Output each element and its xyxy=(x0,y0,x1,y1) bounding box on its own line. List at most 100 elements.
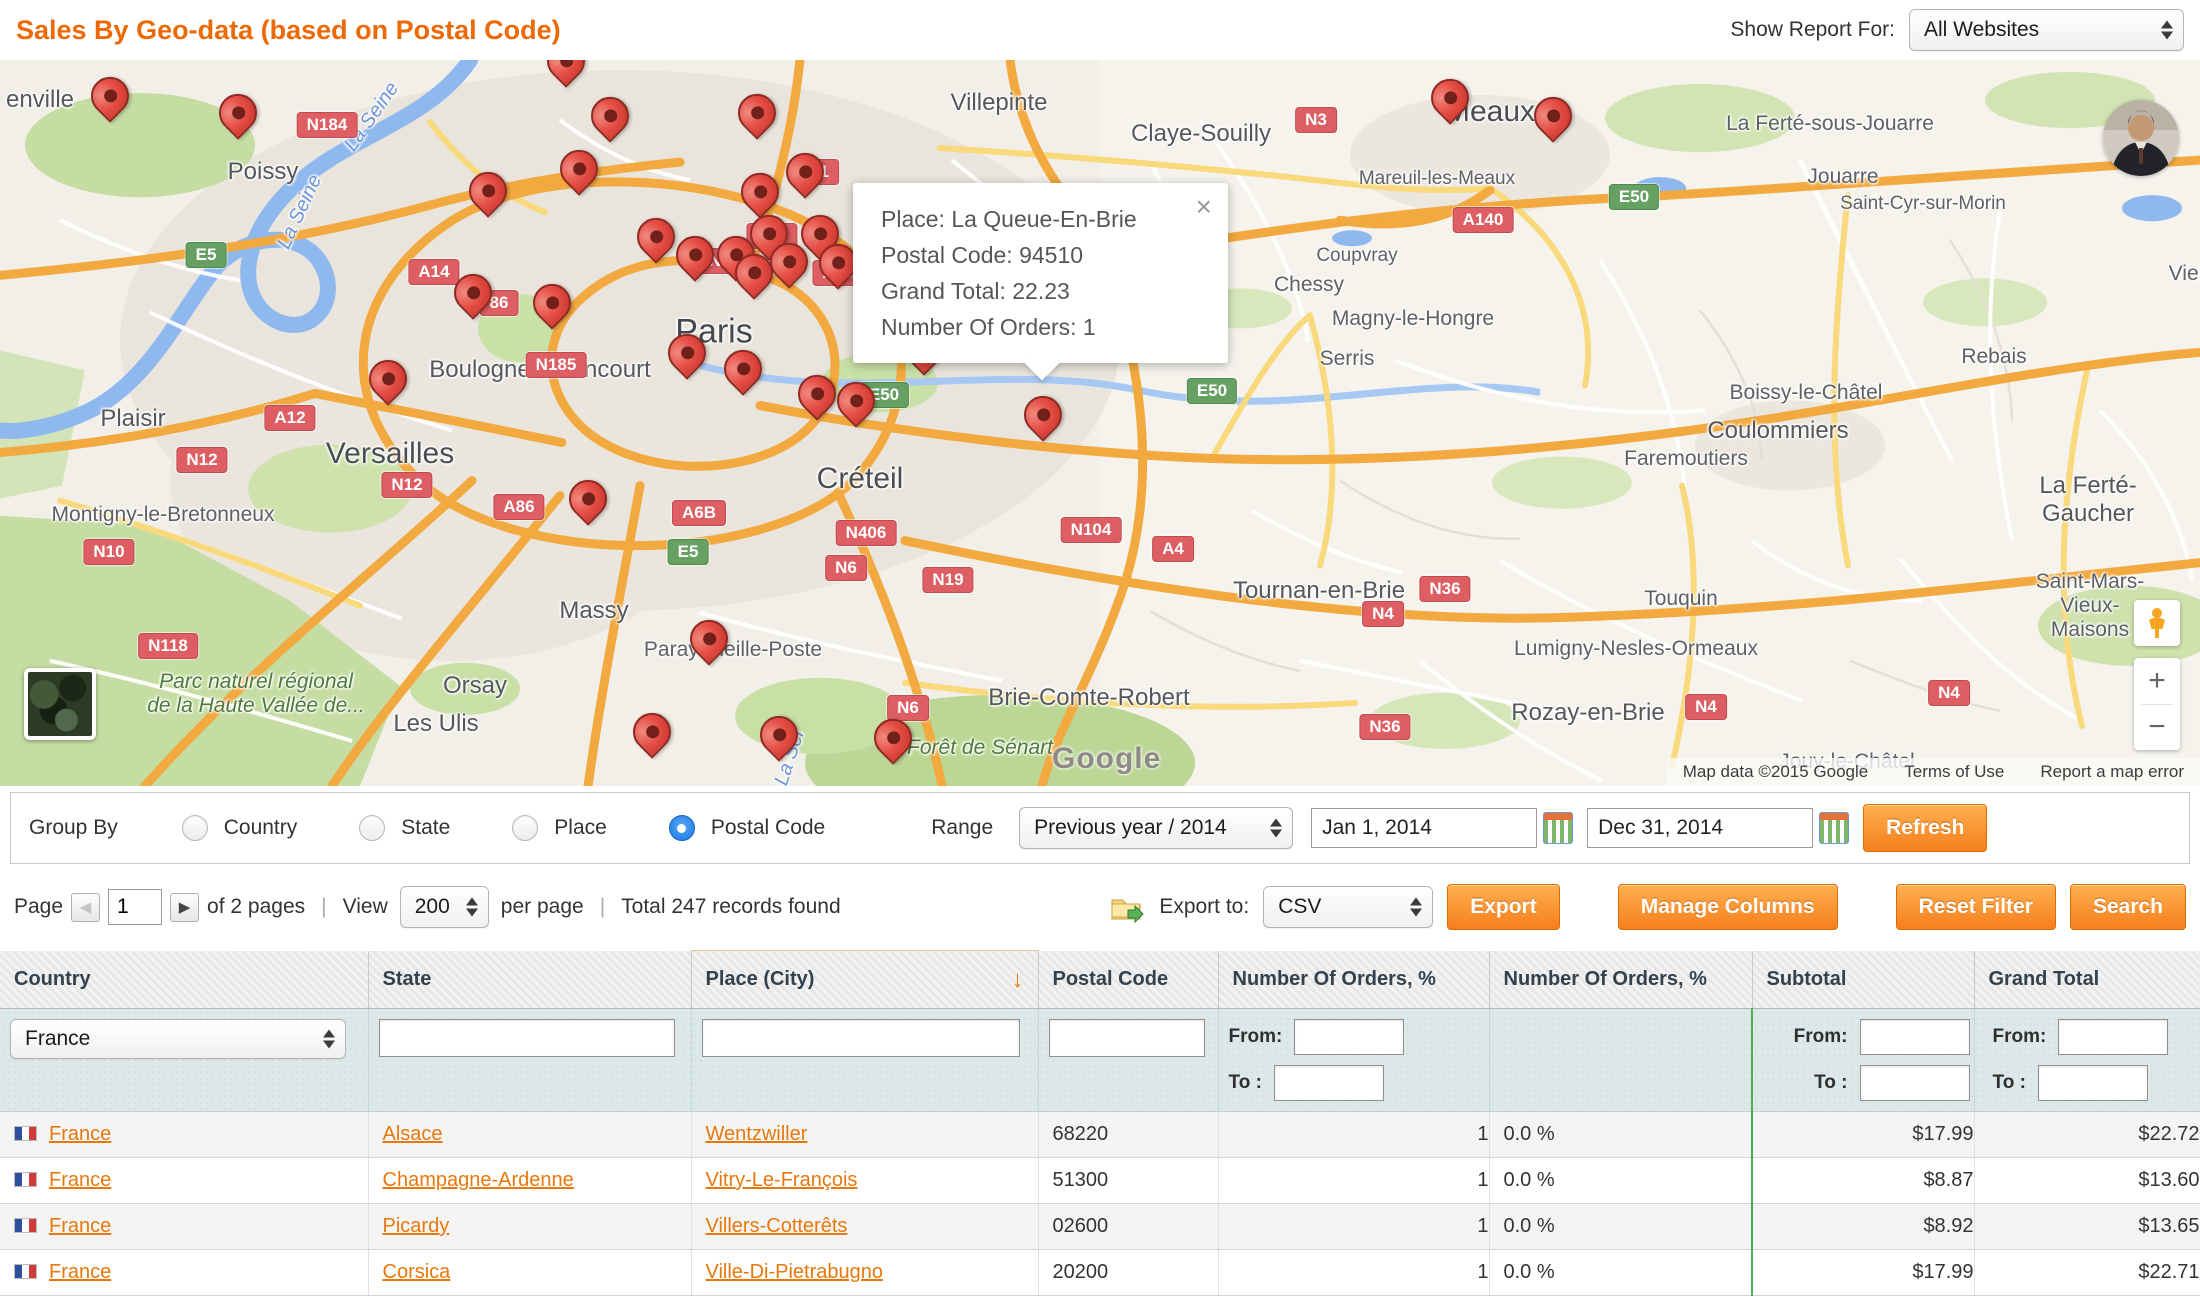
group-by-postal-code[interactable]: Postal Code xyxy=(669,815,825,841)
range-select[interactable]: Previous year / 2014 xyxy=(1019,807,1293,849)
date-to-input[interactable] xyxy=(1587,808,1813,848)
column-header-label: State xyxy=(383,968,432,990)
map-marker[interactable] xyxy=(567,480,605,526)
calendar-icon[interactable] xyxy=(1819,812,1849,844)
map-marker[interactable] xyxy=(758,716,796,762)
cell-state: Picardy xyxy=(368,1204,691,1250)
state-link[interactable]: Picardy xyxy=(383,1215,450,1237)
column-header-label: Subtotal xyxy=(1767,968,1847,990)
place-link[interactable]: Wentzwiller xyxy=(706,1123,808,1145)
column-header-place-city[interactable]: Place (City) ↓ xyxy=(691,951,1038,1009)
map-marker[interactable] xyxy=(674,236,712,282)
map-marker[interactable] xyxy=(768,243,806,289)
map-marker[interactable] xyxy=(817,244,855,290)
map-marker[interactable] xyxy=(89,77,127,123)
user-avatar[interactable] xyxy=(2103,100,2179,176)
map-marker[interactable] xyxy=(545,60,583,88)
country-link[interactable]: France xyxy=(49,1215,111,1237)
radio-country[interactable] xyxy=(182,815,208,841)
manage-columns-button[interactable]: Manage Columns xyxy=(1618,884,1838,930)
place-link[interactable]: Vitry-Le-François xyxy=(706,1169,858,1191)
previous-page-button[interactable]: ◀ xyxy=(71,893,100,922)
map-marker[interactable] xyxy=(835,382,873,428)
postal-code-filter-input[interactable] xyxy=(1049,1019,1205,1057)
grand-total-to-input[interactable] xyxy=(2038,1065,2148,1101)
export-button[interactable]: Export xyxy=(1447,884,1560,930)
map-marker[interactable] xyxy=(367,360,405,406)
place-filter-input[interactable] xyxy=(702,1019,1020,1057)
map-marker[interactable] xyxy=(1429,79,1467,125)
column-header-subtotal[interactable]: Subtotal xyxy=(1752,951,1974,1009)
column-header-state[interactable]: State xyxy=(368,951,691,1009)
satellite-view-toggle[interactable] xyxy=(24,668,96,740)
state-link[interactable]: Alsace xyxy=(383,1123,443,1145)
map-marker[interactable] xyxy=(467,172,505,218)
grand-total-from-input[interactable] xyxy=(2058,1019,2168,1055)
page-number-input[interactable] xyxy=(108,889,162,925)
zoom-in-button[interactable]: + xyxy=(2134,658,2180,704)
country-link[interactable]: France xyxy=(49,1123,111,1145)
map[interactable]: envillePoissyVillepinteClaye-SouillyMeau… xyxy=(0,60,2200,786)
column-header-country[interactable]: Country xyxy=(0,951,368,1009)
orders-from-input[interactable] xyxy=(1294,1019,1404,1055)
cell-country: France xyxy=(0,1158,368,1204)
map-marker[interactable] xyxy=(452,274,490,320)
state-link[interactable]: Corsica xyxy=(383,1261,451,1283)
map-marker[interactable] xyxy=(688,620,726,666)
map-marker[interactable] xyxy=(531,284,569,330)
date-from-input[interactable] xyxy=(1311,808,1537,848)
reset-filter-button[interactable]: Reset Filter xyxy=(1896,884,2056,930)
column-header-postal-code[interactable]: Postal Code xyxy=(1038,951,1218,1009)
filter-cell-place xyxy=(691,1009,1038,1112)
map-marker[interactable] xyxy=(589,97,627,143)
map-marker[interactable] xyxy=(796,375,834,421)
map-marker[interactable] xyxy=(784,153,822,199)
state-filter-input[interactable] xyxy=(379,1019,675,1057)
report-map-error-link[interactable]: Report a map error xyxy=(2040,762,2184,782)
column-header-number-of-orders[interactable]: Number Of Orders, % xyxy=(1218,951,1489,1009)
street-view-pegman[interactable] xyxy=(2134,600,2180,646)
map-marker[interactable] xyxy=(1022,396,1060,442)
map-marker[interactable] xyxy=(722,350,760,396)
map-marker[interactable] xyxy=(736,94,774,140)
france-flag-icon xyxy=(14,1218,37,1233)
group-by-state[interactable]: State xyxy=(359,815,450,841)
country-filter-select[interactable]: France xyxy=(10,1019,346,1059)
place-link[interactable]: Villers-Cotterêts xyxy=(706,1215,848,1237)
state-link[interactable]: Champagne-Ardenne xyxy=(383,1169,574,1191)
column-header-grand-total[interactable]: Grand Total xyxy=(1974,951,2200,1009)
export-format-select[interactable]: CSV xyxy=(1263,886,1433,928)
radio-state[interactable] xyxy=(359,815,385,841)
group-by-place[interactable]: Place xyxy=(512,815,607,841)
map-marker[interactable] xyxy=(739,173,777,219)
map-marker[interactable] xyxy=(217,94,255,140)
map-marker[interactable] xyxy=(666,334,704,380)
search-button[interactable]: Search xyxy=(2070,884,2186,930)
refresh-button[interactable]: Refresh xyxy=(1863,804,1987,852)
column-header-number-of-orders-pct[interactable]: Number Of Orders, % xyxy=(1489,951,1752,1009)
subtotal-to-input[interactable] xyxy=(1860,1065,1970,1101)
radio-postal-code[interactable] xyxy=(669,815,695,841)
country-link[interactable]: France xyxy=(49,1261,111,1283)
map-marker[interactable] xyxy=(872,719,910,765)
subtotal-from-input[interactable] xyxy=(1860,1019,1970,1055)
orders-to-input[interactable] xyxy=(1274,1065,1384,1101)
calendar-icon[interactable] xyxy=(1543,812,1573,844)
place-link[interactable]: Ville-Di-Pietrabugno xyxy=(706,1261,884,1283)
map-marker[interactable] xyxy=(733,254,771,300)
terms-of-use-link[interactable]: Terms of Use xyxy=(1904,762,2004,782)
next-page-button[interactable]: ▶ xyxy=(170,893,199,922)
per-page-select[interactable]: 200 xyxy=(400,886,489,928)
map-marker[interactable] xyxy=(635,218,673,264)
radio-place[interactable] xyxy=(512,815,538,841)
group-by-country[interactable]: Country xyxy=(182,815,298,841)
map-marker[interactable] xyxy=(1532,97,1570,143)
close-icon[interactable]: × xyxy=(1196,193,1212,221)
cell-number-of-orders: 1 xyxy=(1218,1112,1489,1158)
column-header-label: Number Of Orders, % xyxy=(1504,968,1707,990)
map-marker[interactable] xyxy=(631,713,669,759)
zoom-out-button[interactable]: − xyxy=(2134,705,2180,751)
country-link[interactable]: France xyxy=(49,1169,111,1191)
map-marker[interactable] xyxy=(558,150,596,196)
website-selector[interactable]: All Websites xyxy=(1909,9,2184,51)
